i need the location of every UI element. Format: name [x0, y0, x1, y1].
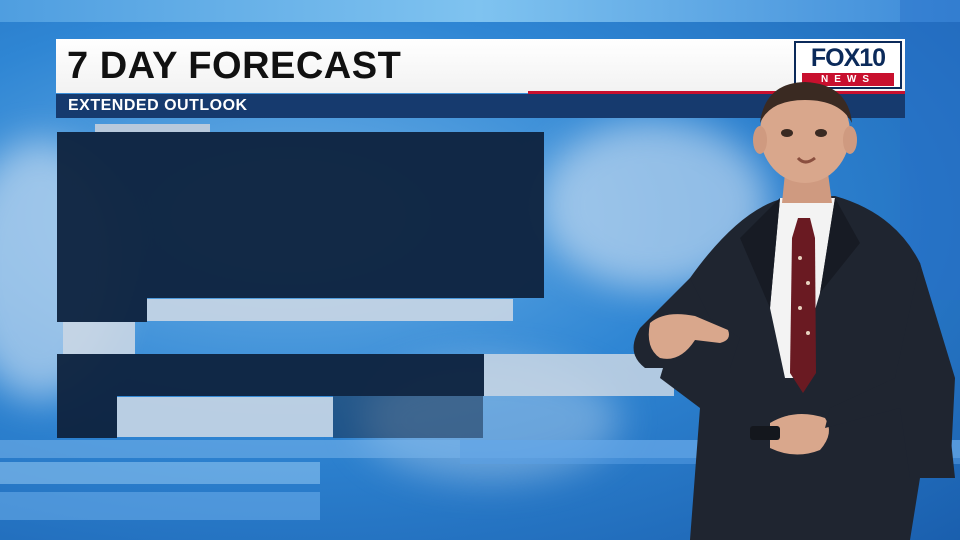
forecast-panel-light: [117, 397, 333, 437]
page-subtitle: EXTENDED OUTLOOK: [68, 97, 248, 114]
weather-presenter: [633, 82, 955, 540]
forecast-panel-light: [147, 299, 513, 321]
forecast-panel-dark-left: [57, 396, 117, 438]
forecast-panel-dark-left: [57, 298, 147, 322]
forecast-panel-dark-row: [333, 396, 483, 438]
forecast-panel-light: [63, 322, 135, 354]
logo-wordmark: FOX10: [810, 44, 886, 72]
background-streak: [0, 492, 320, 520]
background-streak: [0, 462, 320, 484]
background-streak: [0, 0, 960, 22]
forecast-panel-light-strip: [95, 124, 210, 132]
page-title: 7 DAY FORECAST: [67, 45, 402, 87]
forecast-panel-dark-row: [57, 354, 484, 396]
forecast-panel-dark-main: [57, 132, 544, 298]
weather-broadcast-scene: 7 DAY FORECAST EXTENDED OUTLOOK FOX10 NE…: [0, 0, 960, 540]
